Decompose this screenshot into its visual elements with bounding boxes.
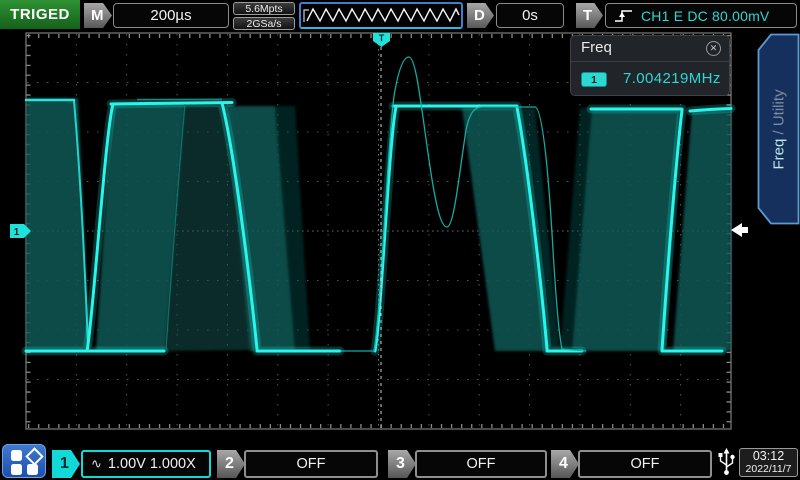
delay-value[interactable]: 0s [496, 3, 564, 28]
menu-button[interactable] [2, 444, 46, 478]
tab-freq-utility[interactable]: Freq / Utility [757, 33, 800, 225]
channel3-settings[interactable]: OFF [415, 450, 547, 478]
timebase-value[interactable]: 200µs [113, 3, 229, 28]
coupling-icon: ∿ [91, 456, 102, 472]
tab-label-utility: / Utility [770, 89, 787, 138]
preview-zigzag-icon [301, 4, 461, 27]
freq-channel-badge: 1 [581, 72, 607, 87]
channel1-settings[interactable]: ∿ 1.00V 1.000X [81, 450, 211, 478]
close-icon[interactable]: ✕ [706, 41, 721, 56]
top-status-bar: TRIGED M 200µs 5.6Mpts 2GSa/s D 0s T CH1… [0, 0, 800, 30]
bottom-channel-bar: 1 ∿ 1.00V 1.000X 2 OFF 3 OFF 4 OFF 03:12… [0, 443, 800, 480]
tab-label-freq: Freq [770, 138, 787, 169]
channel4-badge[interactable]: 4 [551, 450, 579, 478]
freq-popup-title: Freq [581, 39, 612, 56]
oscilloscope-screen: T 1 TRIGED M 200µs 5.6Mpts 2GSa/s D 0s T [0, 0, 800, 480]
trigger-level-arrow[interactable] [731, 223, 748, 237]
channel1-scale: 1.00V 1.000X [108, 456, 196, 472]
menu-square-icon [27, 464, 38, 475]
trigger-info-text: CH1 E DC 80.00mV [641, 8, 769, 24]
channel2-settings[interactable]: OFF [244, 450, 378, 478]
menu-square-icon [11, 464, 22, 475]
channel3-badge[interactable]: 3 [388, 450, 416, 478]
memory-depth[interactable]: 5.6Mpts [233, 2, 295, 15]
menu-diamond-icon [25, 447, 43, 465]
channel1-badge[interactable]: 1 [52, 450, 80, 478]
popup-divider [571, 61, 729, 62]
time-text: 03:12 [740, 450, 797, 464]
delay-badge: D [467, 3, 494, 28]
timebase-badge: M [84, 3, 112, 28]
waveform-preview-strip[interactable] [299, 2, 463, 29]
trigger-settings[interactable]: CH1 E DC 80.00mV [605, 3, 797, 28]
clock: 03:12 2022/11/7 [739, 448, 798, 477]
sample-rate[interactable]: 2GSa/s [233, 17, 295, 30]
freq-popup: Freq ✕ 1 7.004219MHz [570, 35, 730, 96]
menu-square-icon [11, 450, 22, 461]
rising-edge-icon [614, 8, 634, 24]
svg-text:T: T [379, 33, 385, 43]
trigger-position-marker[interactable]: T [373, 33, 390, 47]
channel2-badge[interactable]: 2 [217, 450, 245, 478]
svg-text:1: 1 [14, 227, 20, 238]
channel4-settings[interactable]: OFF [578, 450, 712, 478]
date-text: 2022/11/7 [740, 464, 797, 476]
trigger-status-badge: TRIGED [0, 0, 80, 29]
usb-icon [716, 447, 737, 477]
freq-value: 7.004219MHz [623, 70, 721, 87]
trigger-badge: T [576, 3, 603, 28]
